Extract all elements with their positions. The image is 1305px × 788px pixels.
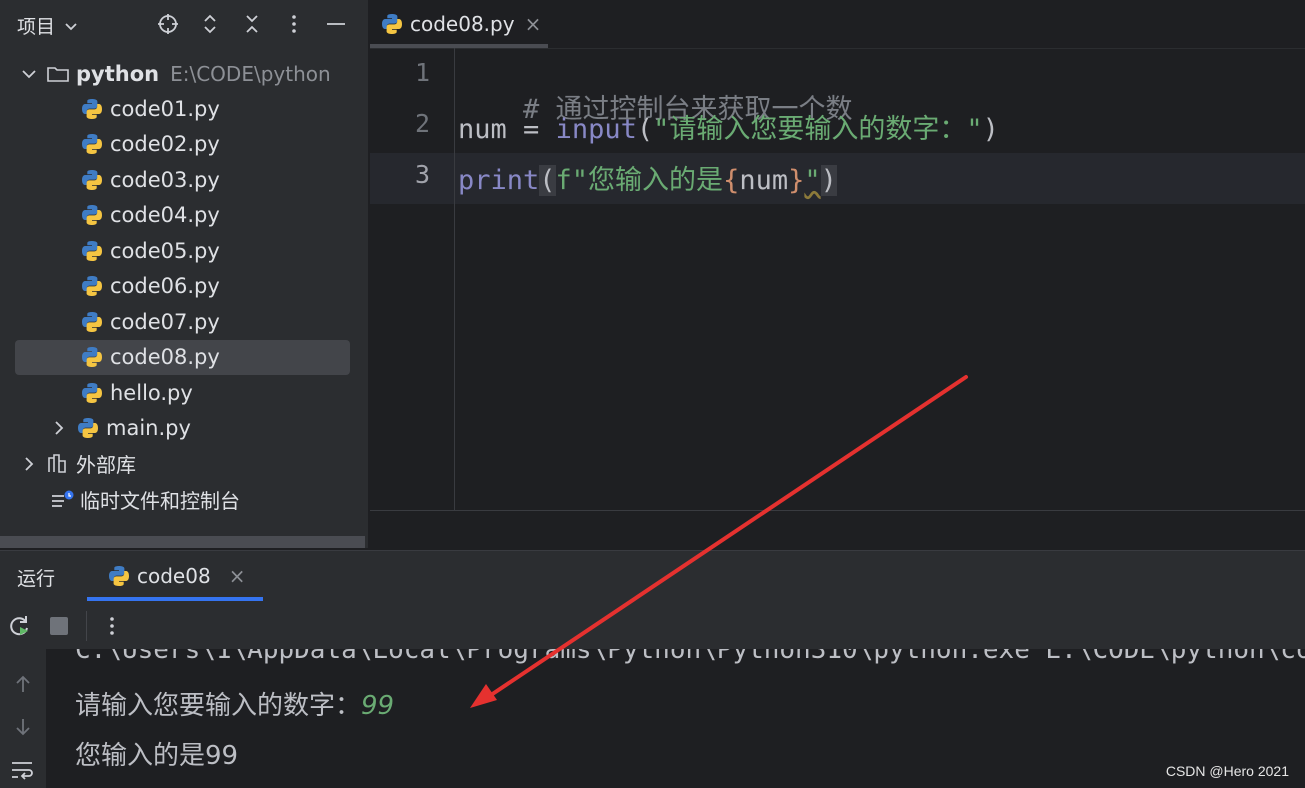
code-line-2[interactable]: num = input("请输入您要输入的数字：") (458, 107, 999, 146)
line-number: 3 (414, 160, 430, 189)
active-tab-indicator (370, 44, 548, 48)
folder-name: python (76, 61, 160, 86)
code-builtin: input (555, 114, 637, 145)
run-title: 运行 (17, 568, 56, 590)
expand-all-icon[interactable] (198, 12, 222, 36)
editor-tab-code08[interactable]: code08.py × (370, 0, 553, 48)
gutter-separator (454, 48, 455, 510)
code-string-end: " (804, 165, 821, 196)
console-prompt: 请输入您要输入的数字： (75, 691, 362, 721)
editor-tab-bar: code08.py × (370, 0, 1305, 49)
code-variable: num (739, 165, 789, 196)
tree-external-libraries[interactable]: 外部库 (0, 446, 388, 481)
editor-horizontal-scroll (370, 510, 1305, 549)
tree-folder-python[interactable]: python E:\CODE\python (0, 56, 388, 91)
code-paren: ( (636, 114, 654, 145)
arrow-up-icon[interactable] (12, 673, 34, 695)
file-name: code01.py (110, 96, 220, 121)
editor-tab-label: code08.py (410, 12, 515, 36)
python-file-icon (82, 382, 102, 403)
chevron-down-icon (22, 69, 36, 78)
file-name: code03.py (110, 167, 220, 192)
file-name: hello.py (110, 380, 193, 405)
horizontal-scrollbar[interactable] (0, 536, 365, 548)
tree-scratches-consoles[interactable]: 临时文件和控制台 (0, 482, 418, 517)
watermark: CSDN @Hero 2021 (1165, 763, 1289, 779)
more-options-icon[interactable] (282, 12, 306, 36)
stop-icon[interactable] (48, 615, 70, 637)
file-name: code02.py (110, 132, 220, 156)
external-libs-label: 外部库 (76, 453, 136, 477)
chevron-right-icon (25, 456, 34, 471)
chevron-right-icon (55, 421, 64, 435)
folder-icon (47, 66, 69, 82)
soft-wrap-icon[interactable] (10, 758, 36, 782)
scratches-label: 临时文件和控制台 (80, 489, 240, 513)
project-title: 项目 (17, 16, 56, 38)
locate-icon[interactable] (156, 12, 180, 36)
collapse-all-icon[interactable] (240, 12, 264, 36)
editor-area: code08.py × 1 2 3 # 通过控制台来获取一个数 num = in… (370, 0, 1305, 549)
python-file-icon (78, 418, 98, 438)
python-file-icon (82, 347, 102, 367)
run-toolbar (0, 601, 1305, 649)
console-prompt-line: 请输入您要输入的数字：99 (75, 685, 394, 722)
chevron-down-icon (65, 22, 77, 30)
python-file-icon (382, 14, 402, 34)
code-string: "请输入您要输入的数字：" (653, 114, 983, 145)
file-name: code07.py (110, 309, 220, 334)
run-tab-bar: 运行 code08 × (0, 551, 1305, 601)
python-file-icon (82, 134, 102, 154)
file-name: code06.py (110, 274, 220, 298)
run-tool-window: 运行 code08 × C:\Users\1\AppData\Local\Pro… (0, 550, 1305, 788)
run-tab-label: code08 (137, 564, 211, 588)
python-file-icon (82, 169, 102, 190)
python-file-icon (82, 311, 102, 332)
library-icon (48, 453, 66, 473)
console-command-line: C:\Users\1\AppData\Local\Programs\Python… (75, 649, 1305, 665)
code-line-3[interactable]: print(f"您输入的是{num}") (458, 158, 837, 197)
scratches-icon (52, 490, 74, 507)
code-paren: ) (820, 165, 837, 196)
code-operator: = (506, 114, 556, 145)
line-number: 2 (414, 109, 430, 138)
code-brace: { (723, 165, 740, 196)
python-file-icon (82, 98, 102, 119)
python-file-icon (82, 276, 102, 296)
code-variable: num (458, 114, 507, 145)
python-file-icon (82, 240, 102, 261)
console-output[interactable]: C:\Users\1\AppData\Local\Programs\Python… (46, 649, 1305, 788)
python-file-icon (109, 566, 129, 586)
more-options-icon[interactable] (100, 614, 124, 638)
console-output-line: 您输入的是99 (75, 741, 239, 771)
close-icon[interactable]: × (229, 564, 246, 588)
code-paren: ) (982, 114, 999, 145)
code-paren: ( (539, 165, 556, 196)
python-file-icon (82, 205, 102, 225)
code-fstring: f"您输入的是 (555, 165, 724, 196)
toolbar-separator (86, 611, 87, 641)
console-side-toolbar (0, 649, 46, 788)
code-brace: } (788, 165, 805, 196)
file-name: code05.py (110, 238, 220, 263)
project-view-selector[interactable]: 项目 (17, 12, 79, 39)
line-number: 1 (414, 58, 430, 87)
folder-path: E:\CODE\python (170, 61, 331, 86)
project-panel: 项目 python E:\CODE\python 外部库 临时文件和控制台 co… (0, 0, 368, 548)
code-builtin: print (458, 165, 540, 196)
close-icon[interactable]: × (525, 12, 542, 36)
project-header: 项目 (0, 0, 368, 48)
arrow-down-icon[interactable] (12, 716, 34, 738)
run-tab-code08[interactable]: code08 × (107, 551, 245, 601)
minimize-icon[interactable] (324, 12, 348, 36)
rerun-icon[interactable] (6, 613, 32, 639)
console-user-input: 99 (361, 691, 395, 721)
file-name: code08.py (110, 345, 220, 369)
file-name: main.py (106, 416, 191, 440)
tree-file-item[interactable]: main.py (0, 411, 418, 446)
file-name: code04.py (110, 203, 220, 227)
